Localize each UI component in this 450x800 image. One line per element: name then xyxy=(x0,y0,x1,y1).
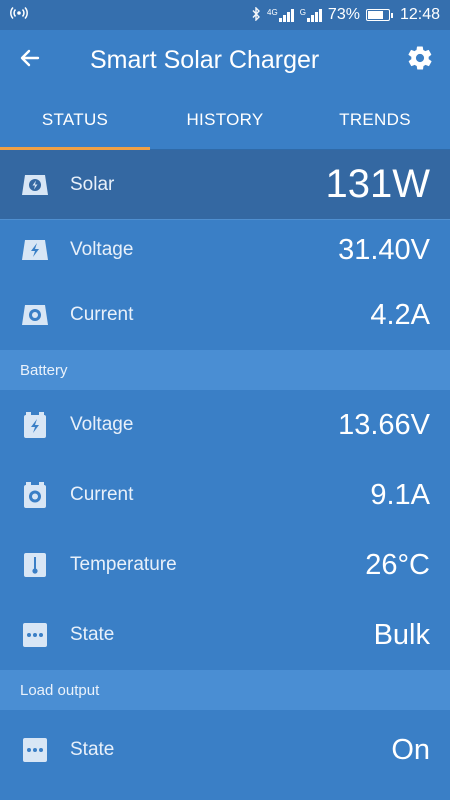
signal-4g-icon: 4G xyxy=(267,8,294,22)
load-state-value: On xyxy=(391,733,430,766)
page-title: Smart Solar Charger xyxy=(90,45,320,74)
tab-trends[interactable]: TRENDS xyxy=(300,90,450,149)
hotspot-icon xyxy=(10,6,28,25)
solar-power-label: Solar xyxy=(70,173,115,195)
battery-icon xyxy=(365,9,393,21)
battery-section-header: Battery xyxy=(0,350,450,390)
solar-current-value: 4.2A xyxy=(370,298,430,331)
battery-percent: 73% xyxy=(327,6,360,23)
solar-panel-icon xyxy=(20,171,50,199)
battery-state-label: State xyxy=(70,624,115,645)
battery-current-value: 9.1A xyxy=(370,478,430,511)
battery-current-row: Current 9.1A xyxy=(0,460,450,530)
current-icon xyxy=(20,301,50,329)
load-state-label: State xyxy=(70,739,115,760)
clock: 12:48 xyxy=(399,6,440,23)
voltage-icon xyxy=(20,236,50,264)
status-bar: 4G G 73% 12:48 xyxy=(0,0,450,30)
battery-voltage-row: Voltage 13.66V xyxy=(0,390,450,460)
thermometer-icon xyxy=(20,551,50,579)
bluetooth-icon xyxy=(251,5,261,24)
battery-voltage-value: 13.66V xyxy=(338,408,430,441)
battery-state-value: Bulk xyxy=(373,618,430,651)
battery-temperature-row: Temperature 26°C xyxy=(0,530,450,600)
status-content: Solar 131W Voltage 31.40V Current 4.2A B… xyxy=(0,150,450,790)
more-icon xyxy=(20,621,50,649)
battery-temperature-label: Temperature xyxy=(70,554,177,575)
network-type-label: 4G xyxy=(267,8,278,17)
battery-temperature-value: 26°C xyxy=(365,548,430,581)
more-icon xyxy=(20,736,50,764)
battery-voltage-label: Voltage xyxy=(70,414,134,435)
gear-icon xyxy=(406,44,434,77)
tab-history[interactable]: HISTORY xyxy=(150,90,300,149)
solar-voltage-label: Voltage xyxy=(70,239,134,260)
network-type-label-2: G xyxy=(299,8,306,17)
battery-current-label: Current xyxy=(70,484,134,505)
app-bar: Smart Solar Charger xyxy=(0,30,450,90)
tab-bar: STATUS HISTORY TRENDS xyxy=(0,90,450,150)
battery-current-icon xyxy=(20,481,50,509)
solar-power-row: Solar 131W xyxy=(0,150,450,220)
load-output-section-header: Load output xyxy=(0,670,450,710)
solar-voltage-row: Voltage 31.40V xyxy=(0,220,450,280)
solar-voltage-value: 31.40V xyxy=(338,233,430,266)
solar-power-value: 131W xyxy=(325,162,431,206)
back-button[interactable] xyxy=(0,30,60,90)
back-arrow-icon xyxy=(18,46,42,75)
solar-current-row: Current 4.2A xyxy=(0,280,450,350)
load-state-row: State On xyxy=(0,710,450,790)
signal-g-icon: G xyxy=(300,8,322,22)
battery-voltage-icon xyxy=(20,411,50,439)
solar-current-label: Current xyxy=(70,304,134,325)
settings-button[interactable] xyxy=(390,30,450,90)
tab-status[interactable]: STATUS xyxy=(0,90,150,150)
battery-state-row: State Bulk xyxy=(0,600,450,670)
